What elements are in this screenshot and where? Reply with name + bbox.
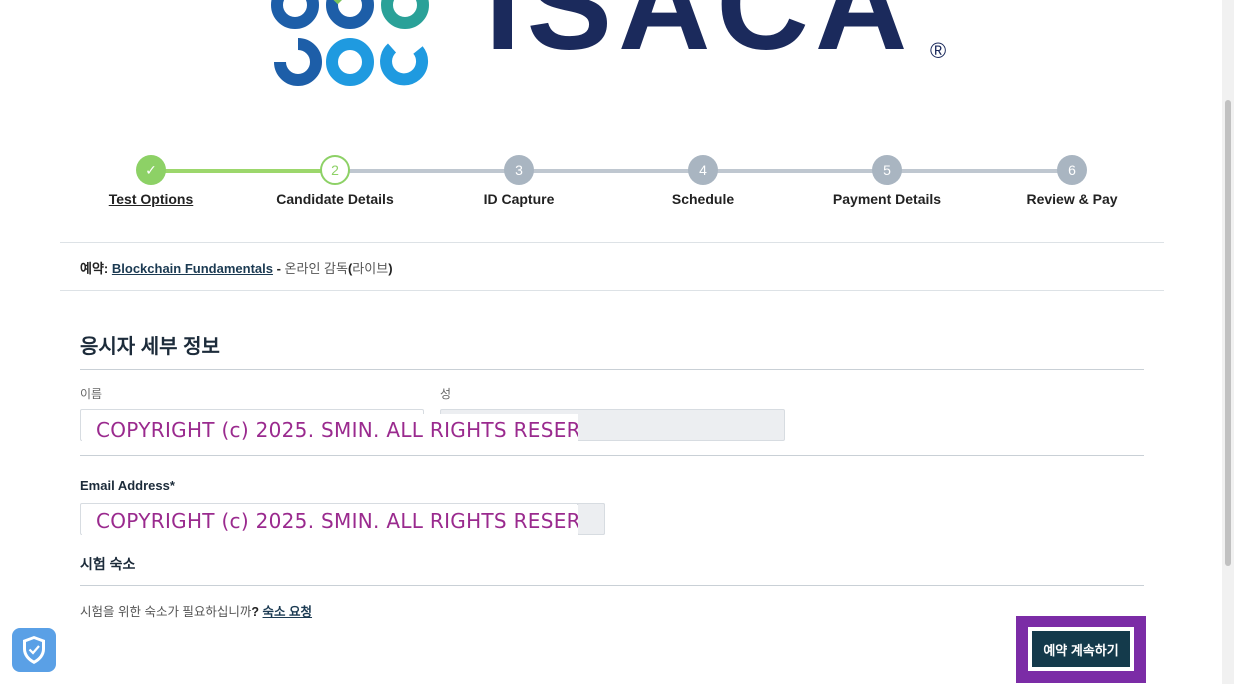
accommodation-question-text: 시험을 위한 숙소가 필요하십니까: [80, 605, 252, 619]
booking-summary: 예약: Blockchain Fundamentals - 온라인 감독(라이브…: [80, 258, 393, 277]
step-number: 5: [872, 155, 902, 185]
continue-booking-label: 예약 계속하기: [1032, 631, 1130, 667]
request-accommodation-link[interactable]: 숙소 요청: [263, 605, 312, 619]
booking-separator: -: [272, 261, 285, 276]
question-mark: ?: [251, 605, 260, 619]
continue-booking-button[interactable]: 예약 계속하기: [1028, 627, 1134, 671]
progress-stepper: ✓ Test Options 2 Candidate Details 3 ID …: [0, 155, 1234, 215]
step-review-pay: 6 Review & Pay: [982, 155, 1162, 207]
step-number: 6: [1057, 155, 1087, 185]
step-label: Schedule: [671, 191, 735, 207]
step-check-icon: ✓: [136, 155, 166, 185]
step-label[interactable]: Test Options: [61, 191, 241, 207]
booking-label: 예약:: [80, 261, 109, 276]
divider: [60, 290, 1164, 291]
scrollbar[interactable]: [1222, 0, 1234, 684]
isaca-logo-mark-icon: [271, 0, 429, 86]
step-payment-details: 5 Payment Details: [797, 155, 977, 207]
registered-mark: ®: [930, 38, 947, 63]
divider: [80, 455, 1144, 456]
delivery-mode: 온라인 감독: [284, 261, 348, 276]
shield-icon: [23, 636, 45, 664]
step-id-capture: 3 ID Capture: [429, 155, 609, 207]
divider: [80, 585, 1144, 586]
email-label: Email Address*: [80, 478, 175, 493]
privacy-shield-button[interactable]: [12, 628, 56, 672]
paren-close: ): [388, 261, 393, 276]
step-number: 2: [320, 155, 350, 185]
step-number: 4: [688, 155, 718, 185]
divider: [80, 369, 1144, 370]
step-test-options[interactable]: ✓ Test Options: [61, 155, 241, 207]
step-schedule: 4 Schedule: [613, 155, 793, 207]
exam-link[interactable]: Blockchain Fundamentals: [112, 261, 273, 276]
accommodation-question: 시험을 위한 숙소가 필요하십니까? 숙소 요청: [80, 601, 312, 620]
isaca-logo: ISACA ®: [270, 0, 960, 95]
accommodation-title: 시험 숙소: [80, 556, 136, 572]
step-label: Candidate Details: [276, 191, 394, 207]
step-candidate-details: 2 Candidate Details: [245, 155, 425, 207]
isaca-logo-text: ISACA: [485, 0, 914, 77]
step-label: Review & Pay: [1026, 191, 1118, 207]
section-title: 응시자 세부 정보: [80, 336, 220, 358]
delivery-mode-detail: 라이브: [352, 261, 389, 276]
last-name-label: 성: [440, 387, 452, 401]
step-label: ID Capture: [483, 191, 555, 207]
first-name-label: 이름: [80, 387, 103, 401]
step-number: 3: [504, 155, 534, 185]
email-field-end: [577, 503, 605, 535]
divider: [60, 242, 1164, 243]
copyright-overlay: COPYRIGHT (c) 2025. SMIN. ALL RIGHTS RES…: [82, 414, 578, 446]
copyright-overlay: COPYRIGHT (c) 2025. SMIN. ALL RIGHTS RES…: [82, 505, 578, 537]
step-label: Payment Details: [832, 191, 942, 207]
